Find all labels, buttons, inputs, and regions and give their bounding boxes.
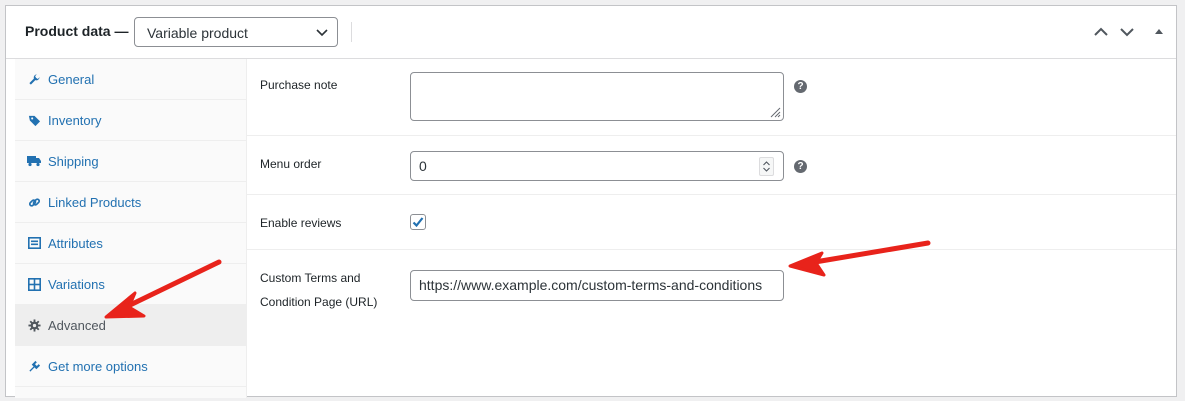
move-down-icon[interactable] xyxy=(1119,25,1135,39)
tab-general[interactable]: General xyxy=(15,59,246,100)
panel-title: Product data — xyxy=(25,23,129,39)
resize-grip-icon[interactable] xyxy=(769,106,781,118)
number-spinner[interactable] xyxy=(759,157,774,176)
plugin-icon xyxy=(27,359,41,373)
tab-get-more-options[interactable]: Get more options xyxy=(15,346,246,387)
menu-order-label: Menu order xyxy=(260,157,322,171)
tab-variations[interactable]: Variations xyxy=(15,264,246,305)
menu-order-input[interactable]: 0 xyxy=(410,151,784,181)
enable-reviews-checkbox[interactable] xyxy=(410,214,426,230)
collapse-toggle-icon[interactable] xyxy=(1151,25,1167,39)
grid-icon xyxy=(27,277,41,291)
custom-terms-row: Custom Terms and Condition Page (URL) ht… xyxy=(247,250,1176,350)
product-data-tabs: General Inventory Shipping Linked Produc… xyxy=(15,59,247,398)
help-tip-icon[interactable]: ? xyxy=(794,160,807,173)
purchase-note-label: Purchase note xyxy=(260,78,338,92)
tab-attributes[interactable]: Attributes xyxy=(15,223,246,264)
list-icon xyxy=(27,236,41,250)
chevron-down-icon xyxy=(316,29,328,37)
wrench-icon xyxy=(27,72,41,86)
link-icon xyxy=(27,195,41,209)
tab-inventory[interactable]: Inventory xyxy=(15,100,246,141)
panel-header: Product data — Variable product xyxy=(6,6,1176,59)
custom-terms-url-input[interactable]: https://www.example.com/custom-terms-and… xyxy=(410,270,784,301)
product-data-panel: Product data — Variable product General xyxy=(5,5,1177,398)
tab-shipping[interactable]: Shipping xyxy=(15,141,246,182)
tab-advanced[interactable]: Advanced xyxy=(15,305,246,346)
tag-icon xyxy=(27,113,41,127)
checkmark-icon xyxy=(412,217,424,228)
purchase-note-row: Purchase note ? xyxy=(247,59,1176,136)
menu-order-row: Menu order 0 ? xyxy=(247,136,1176,195)
enable-reviews-row: Enable reviews xyxy=(247,195,1176,250)
product-type-value: Variable product xyxy=(147,25,248,41)
header-divider xyxy=(351,22,352,42)
tab-label: Variations xyxy=(48,276,105,292)
purchase-note-textarea[interactable] xyxy=(410,72,784,121)
tab-label: Linked Products xyxy=(48,194,142,210)
product-type-select[interactable]: Variable product xyxy=(134,17,338,47)
tab-label: Advanced xyxy=(48,317,106,333)
advanced-options-panel: Purchase note ? Menu order 0 ? Enable re… xyxy=(247,59,1176,396)
custom-terms-label-line2: Condition Page (URL) xyxy=(260,295,378,309)
tab-label: Inventory xyxy=(48,112,102,128)
move-up-icon[interactable] xyxy=(1093,25,1109,39)
menu-order-value: 0 xyxy=(419,158,427,174)
gear-icon xyxy=(27,318,41,332)
tab-linked-products[interactable]: Linked Products xyxy=(15,182,246,223)
truck-icon xyxy=(27,154,41,168)
custom-terms-url-value: https://www.example.com/custom-terms-and… xyxy=(419,277,763,293)
tab-label: General xyxy=(48,71,95,87)
help-tip-icon[interactable]: ? xyxy=(794,80,807,93)
tab-label: Shipping xyxy=(48,153,99,169)
custom-terms-label-line1: Custom Terms and xyxy=(260,271,361,285)
tab-label: Get more options xyxy=(48,358,148,374)
enable-reviews-label: Enable reviews xyxy=(260,216,342,230)
tab-label: Attributes xyxy=(48,235,103,251)
spinner-arrows-icon xyxy=(763,161,770,172)
